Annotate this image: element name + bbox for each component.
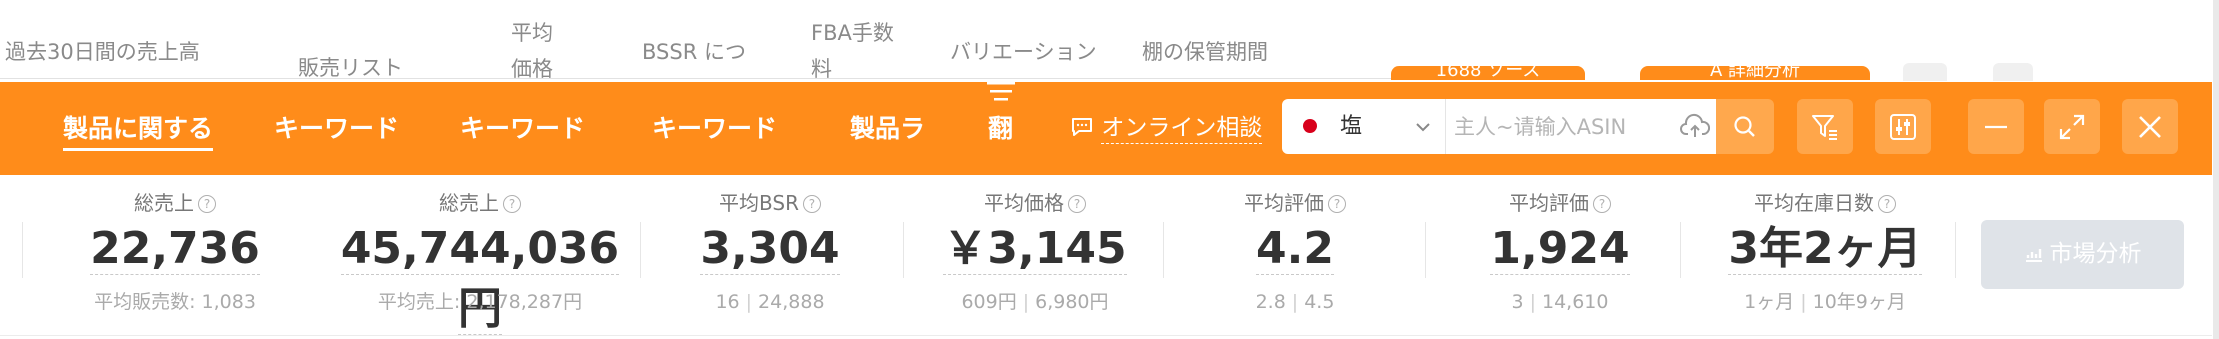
stat-sub-min: 3 (1511, 291, 1524, 313)
stat-divider (1425, 222, 1426, 278)
bottom-divider (0, 335, 2212, 336)
bg-col-bssr: BSSR につ (642, 40, 746, 64)
help-icon[interactable]: ? (1878, 195, 1896, 213)
stat-title: 平均在庫日数 (1754, 191, 1874, 215)
stat-title: 総売上 (439, 191, 499, 215)
upload-icon[interactable] (1680, 113, 1710, 141)
japan-flag-icon (1303, 119, 1317, 133)
minimize-icon (1985, 125, 2007, 129)
stat-value: ￥3,145 (943, 223, 1127, 275)
stat-sub-label: 平均販売数: (94, 291, 196, 313)
market-analysis-label: 市場分析 (2049, 241, 2142, 267)
stat-avg-rating: 平均評価? 4.2 2.8 | 4.5 (1190, 175, 1400, 335)
bg-col-listing: 販売リスト (298, 56, 403, 80)
search-box: 塩 (1282, 99, 1716, 154)
active-tab-underline (63, 148, 213, 151)
stat-sub-min: 609円 (961, 291, 1017, 313)
minimize-button[interactable] (1968, 99, 2024, 154)
adjust-icon (1890, 114, 1916, 140)
stat-avg-price: 平均価格? ￥3,145 609円 | 6,980円 (943, 191, 1127, 313)
stat-total-sales: 総売上? 22,736 平均販売数: 1,083 (50, 175, 300, 335)
stat-sub-min: 2.8 (1255, 291, 1286, 313)
stat-sub-label: 平均売上: (377, 291, 461, 313)
stat-avg-stock-days: 平均在庫日数? 3年2ヶ月 1ヶ月 | 10年9ヶ月 (1728, 191, 1922, 313)
filter-icon (1812, 115, 1837, 140)
bg-1688-source-button[interactable]: 1688 ソース (1391, 66, 1585, 80)
adjust-button[interactable] (1875, 99, 1931, 154)
bg-col-sales-30d: 過去30日間の売上高 (5, 40, 200, 64)
stat-sub-value: 2,178,287円 (466, 291, 583, 313)
stat-divider (640, 222, 641, 278)
stat-sub-max: 10年9ヶ月 (1812, 291, 1906, 313)
tab-keyword-2[interactable]: キーワード (460, 82, 585, 175)
translate-label: 翻 (988, 114, 1014, 143)
bg-divider (0, 78, 1392, 79)
stat-divider (1955, 222, 1956, 278)
stat-divider (1163, 222, 1164, 278)
close-icon (2139, 116, 2161, 138)
plugin-toolbar: 製品に関する キーワード キーワード キーワード 製品ラ 翻 オンライン相談 塩 (0, 82, 2212, 175)
stat-sub-max: 14,610 (1542, 291, 1609, 313)
background-column-headers: 過去30日間の売上高 販売リスト 平均価格 BSSR につ FBA手数料 バリエ… (0, 0, 1320, 82)
chevron-down-icon (1416, 123, 1430, 132)
chart-icon (2025, 249, 2042, 262)
stat-divider (903, 222, 904, 278)
expand-icon (2059, 114, 2085, 140)
stat-value: 1,924 (1490, 223, 1630, 275)
stat-value: 22,736 (90, 223, 260, 275)
stat-value: 45,744,036円 (340, 223, 620, 335)
bg-square-button (1903, 63, 1947, 81)
menu-icon[interactable]: 翻 (984, 82, 1018, 175)
stat-divider (22, 222, 23, 278)
stat-divider (1680, 222, 1681, 278)
filter-button[interactable] (1797, 99, 1853, 154)
help-icon[interactable]: ? (198, 195, 216, 213)
stat-total-revenue: 総売上? 45,744,036円 平均売上: 2,178,287円 (330, 175, 630, 335)
scrollbar[interactable] (2213, 0, 2219, 339)
stat-avg-bsr: 平均BSR? 3,304 16 | 24,888 (700, 191, 840, 313)
expand-button[interactable] (2044, 99, 2100, 154)
stat-sub-max: 24,888 (758, 291, 825, 313)
tab-product[interactable]: 製品に関する (63, 82, 213, 175)
asin-input[interactable] (1452, 103, 1676, 151)
bg-square-button (1993, 63, 2033, 81)
help-icon[interactable]: ? (503, 195, 521, 213)
stat-title: 平均価格 (984, 191, 1064, 215)
help-icon[interactable]: ? (802, 195, 821, 213)
close-button[interactable] (2122, 99, 2178, 154)
help-icon[interactable]: ? (1068, 195, 1086, 213)
stat-sub-min: 1ヶ月 (1744, 291, 1795, 313)
stat-sub-max: 4.5 (1304, 291, 1335, 313)
stat-value: 3,304 (700, 223, 840, 275)
stat-value: 4.2 (1256, 223, 1334, 275)
stat-title: 平均BSR (719, 191, 799, 215)
chat-icon (1072, 118, 1092, 136)
stat-sub-min: 16 (715, 291, 740, 313)
bg-detail-analysis-button[interactable]: A 詳細分析 (1640, 66, 1870, 80)
market-analysis-button[interactable]: 市場分析 (1981, 220, 2184, 289)
stat-sub-max: 6,980円 (1035, 291, 1109, 313)
consult-label: オンライン相談 (1101, 115, 1263, 144)
bg-col-variation: バリエーション (950, 40, 1097, 64)
stat-avg-reviews: 平均評価? 1,924 3 | 14,610 (1490, 191, 1630, 313)
stat-title: 総売上 (134, 191, 194, 215)
stat-value: 3年2ヶ月 (1728, 223, 1922, 275)
bg-col-fba-fee: FBA手数料 (811, 21, 894, 81)
tab-keyword-1[interactable]: キーワード (274, 82, 399, 175)
tab-product-more[interactable]: 製品ラ (850, 82, 925, 175)
search-button[interactable] (1716, 99, 1774, 154)
market-select[interactable]: 塩 (1282, 99, 1446, 154)
search-icon (1734, 116, 1755, 137)
market-label: 塩 (1340, 114, 1363, 139)
online-consult-link[interactable]: オンライン相談 (1070, 82, 1263, 175)
bg-col-avg-price: 平均価格 (511, 21, 553, 81)
stat-sub-value: 1,083 (201, 291, 256, 313)
stat-title: 平均評価 (1509, 191, 1589, 215)
tab-keyword-3[interactable]: キーワード (652, 82, 777, 175)
help-icon[interactable]: ? (1593, 195, 1611, 213)
help-icon[interactable]: ? (1328, 195, 1346, 213)
stat-title: 平均評価 (1244, 191, 1324, 215)
bg-col-storage: 棚の保管期間 (1142, 40, 1268, 64)
